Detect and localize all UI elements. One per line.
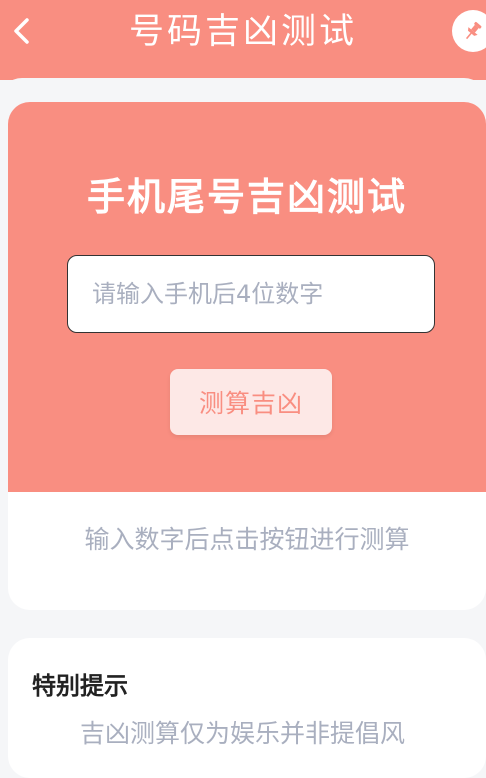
notice-card: 特别提示 吉凶测算仅为娱乐并非提倡风: [8, 638, 486, 778]
page-title: 号码吉凶测试: [128, 12, 357, 52]
app-header: 号码吉凶测试: [0, 0, 486, 80]
test-card: 手机尾号吉凶测试 测算吉凶 输入数字后点击按钮进行测算: [8, 102, 486, 610]
hint-text: 输入数字后点击按钮进行测算: [84, 525, 410, 554]
phone-digits-input[interactable]: [67, 255, 435, 333]
notice-title: 特别提示: [32, 672, 128, 700]
pin-button[interactable]: [452, 10, 486, 52]
test-card-banner: 手机尾号吉凶测试 测算吉凶: [8, 102, 486, 492]
card-title: 手机尾号吉凶测试: [86, 175, 407, 219]
calculate-button[interactable]: 测算吉凶: [170, 369, 332, 435]
notice-text: 吉凶测算仅为娱乐并非提倡风: [80, 719, 406, 748]
pin-icon: [465, 21, 482, 40]
